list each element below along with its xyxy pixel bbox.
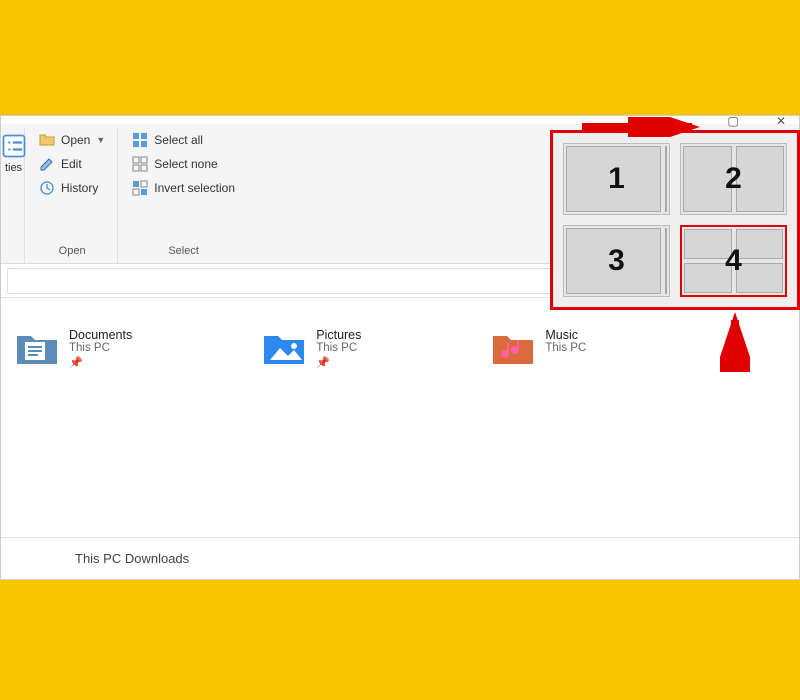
- invert-selection-label: Invert selection: [154, 181, 235, 195]
- folder-meta: Music This PC: [545, 328, 586, 354]
- history-icon: [39, 180, 55, 196]
- snap-label: 4: [725, 244, 742, 278]
- properties-icon: [0, 132, 28, 160]
- status-text: This PC Downloads: [75, 551, 189, 566]
- invert-selection-icon: [132, 180, 148, 196]
- history-label: History: [61, 181, 98, 195]
- snap-layouts-popup: 1 2 3 4: [550, 130, 800, 310]
- folder-name: Music: [545, 328, 586, 342]
- maximize-button[interactable]: ▢: [719, 114, 747, 128]
- folder-meta: Pictures This PC 📌: [316, 328, 361, 369]
- history-button[interactable]: History: [35, 178, 109, 198]
- select-all-button[interactable]: Select all: [128, 130, 239, 150]
- content-area: Documents This PC 📌 Pictures This PC 📌 M…: [1, 298, 799, 379]
- select-none-button[interactable]: Select none: [128, 154, 239, 174]
- edit-label: Edit: [61, 157, 82, 171]
- snap-label: 3: [608, 244, 625, 278]
- snap-layout-option-2[interactable]: 2: [680, 143, 787, 215]
- open-button[interactable]: Open ▼: [35, 130, 109, 150]
- edit-button[interactable]: Edit: [35, 154, 109, 174]
- folder-item-documents[interactable]: Documents This PC 📌: [15, 328, 132, 369]
- ribbon-group-open: Open ▼ Edit History Open: [27, 128, 118, 263]
- open-icon: [39, 132, 55, 148]
- snap-layout-option-4[interactable]: 4: [680, 225, 787, 297]
- snap-cell: [736, 263, 784, 293]
- status-bar: This PC Downloads: [1, 537, 799, 579]
- window-controls: ▢ ✕: [719, 114, 795, 128]
- select-group-label: Select: [168, 245, 199, 261]
- pin-icon: 📌: [69, 356, 132, 369]
- snap-cell: [736, 229, 784, 259]
- folder-item-music[interactable]: Music This PC: [491, 328, 586, 369]
- folder-item-pictures[interactable]: Pictures This PC 📌: [262, 328, 361, 369]
- snap-label: 2: [725, 162, 742, 196]
- annotation-arrow-top: [582, 117, 712, 137]
- pictures-folder-icon: [262, 328, 306, 368]
- pin-icon: 📌: [316, 356, 361, 369]
- snap-cell: [665, 228, 667, 294]
- select-none-label: Select none: [154, 157, 217, 171]
- edit-icon: [39, 156, 55, 172]
- ribbon-group-properties-partial: ties: [3, 128, 25, 263]
- snap-cell: [736, 146, 785, 212]
- folder-location: This PC: [545, 342, 586, 354]
- folder-name: Documents: [69, 328, 132, 342]
- snap-layout-option-3[interactable]: 3: [563, 225, 670, 297]
- folder-name: Pictures: [316, 328, 361, 342]
- open-dropdown-caret: ▼: [96, 135, 105, 145]
- snap-label: 1: [608, 162, 625, 196]
- select-all-label: Select all: [154, 133, 203, 147]
- select-all-icon: [132, 132, 148, 148]
- annotation-arrow-bottom: [720, 312, 750, 372]
- ribbon-group-select: Select all Select none Invert selection …: [120, 128, 247, 263]
- select-none-icon: [132, 156, 148, 172]
- folder-meta: Documents This PC 📌: [69, 328, 132, 369]
- invert-selection-button[interactable]: Invert selection: [128, 178, 239, 198]
- open-label: Open: [61, 133, 90, 147]
- snap-layout-option-1[interactable]: 1: [563, 143, 670, 215]
- documents-folder-icon: [15, 328, 59, 368]
- properties-label-partial: ties: [5, 162, 22, 174]
- close-button[interactable]: ✕: [767, 114, 795, 128]
- folder-location: This PC: [316, 342, 361, 354]
- folder-location: This PC: [69, 342, 132, 354]
- music-folder-icon: [491, 328, 535, 368]
- snap-cell: [665, 146, 667, 212]
- open-group-label: Open: [59, 245, 86, 261]
